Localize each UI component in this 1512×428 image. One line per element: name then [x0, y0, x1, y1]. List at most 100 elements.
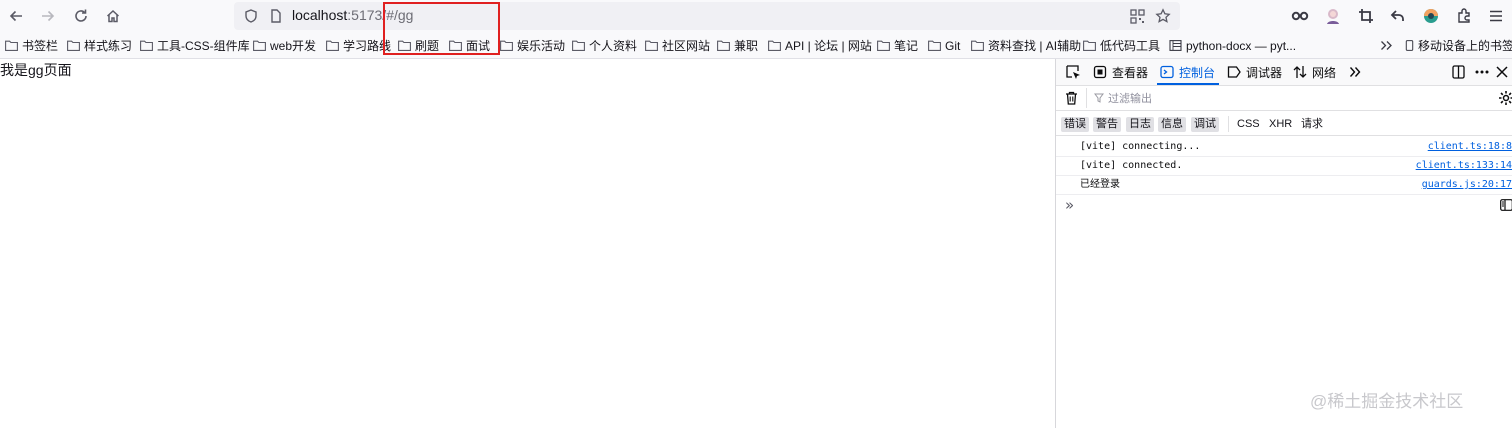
folder-icon — [971, 40, 984, 51]
url-highlight-box — [383, 2, 500, 55]
mobile-bookmarks[interactable]: 移动设备上的书签 — [1405, 37, 1512, 54]
devtools-panel: 查看器 控制台 调试器 网络 过滤输出 错误 警告 日志 信息 调试 CSS X… — [1055, 59, 1512, 428]
glasses-icon[interactable] — [1287, 3, 1313, 29]
bookmark-star-icon[interactable] — [1150, 3, 1176, 29]
filter-logs-button[interactable]: 日志 — [1126, 117, 1154, 132]
bookmark-folder[interactable]: 学习路线 — [326, 37, 391, 54]
bookmark-label: 资料查找 | AI辅助 — [988, 39, 1082, 53]
bookmark-folder[interactable]: 娱乐活动 — [500, 37, 565, 54]
console-input[interactable]: » — [1056, 196, 1512, 216]
bookmark-folder[interactable]: 兼职 — [717, 37, 758, 54]
tab-inspector[interactable]: 查看器 — [1093, 63, 1148, 81]
log-source-link[interactable]: guards.js:20:17 — [1422, 178, 1512, 191]
category-divider — [1228, 116, 1229, 132]
extensions-puzzle-icon[interactable] — [1451, 3, 1477, 29]
log-source-link[interactable]: client.ts:133:14 — [1416, 159, 1512, 172]
tab-network-label: 网络 — [1312, 65, 1337, 80]
filter-icon — [1094, 93, 1104, 103]
bookmark-label: 个人资料 — [589, 39, 638, 53]
folder-icon — [1083, 40, 1096, 51]
bookmark-folder[interactable]: 资料查找 | AI辅助 — [971, 37, 1081, 54]
folder-icon — [645, 40, 658, 51]
console-log-row: [vite] connected. client.ts:133:14 — [1056, 156, 1512, 176]
editor-mode-icon[interactable] — [1500, 199, 1512, 211]
tab-console[interactable]: 控制台 — [1160, 63, 1215, 81]
bookmark-folder[interactable]: web开发 — [253, 37, 316, 54]
filter-errors-button[interactable]: 错误 — [1061, 117, 1089, 132]
back-icon[interactable] — [3, 3, 29, 29]
close-icon[interactable] — [1489, 59, 1512, 85]
console-category-filters: 错误 警告 日志 信息 调试 CSS XHR 请求 — [1056, 111, 1512, 136]
home-icon[interactable] — [100, 3, 126, 29]
filter-xhr-button[interactable]: XHR — [1266, 117, 1295, 132]
tab-debugger-label: 调试器 — [1246, 65, 1283, 80]
filter-requests-button[interactable]: 请求 — [1298, 117, 1326, 132]
dock-side-icon[interactable] — [1445, 59, 1471, 85]
bookmark-folder[interactable]: 社区网站 — [645, 37, 710, 54]
filter-placeholder: 过滤输出 — [1108, 93, 1152, 105]
folder-icon — [67, 40, 80, 51]
tab-network[interactable]: 网络 — [1293, 63, 1336, 81]
console-log-row: 已经登录 guards.js:20:17 — [1056, 175, 1512, 195]
bookmark-folder[interactable]: 笔记 — [877, 37, 918, 54]
bookmark-label: API | 论坛 | 网站 — [785, 39, 872, 53]
shield-icon[interactable] — [238, 3, 264, 29]
console-log-row: [vite] connecting... client.ts:18:8 — [1056, 137, 1512, 157]
bookmark-folder[interactable]: 低代码工具 — [1083, 37, 1160, 54]
folder-icon — [253, 40, 266, 51]
bookmarks-toolbar: 书签栏 样式练习 工具-CSS-组件库 web开发 学习路线 刷题 面试 娱乐活… — [0, 33, 1512, 59]
filter-debug-button[interactable]: 调试 — [1191, 117, 1219, 132]
filter-info-button[interactable]: 信息 — [1158, 117, 1186, 132]
bookmark-label: 样式练习 — [84, 39, 133, 53]
active-tab-indicator — [1157, 83, 1219, 85]
page-info-icon[interactable] — [263, 3, 289, 29]
qr-code-icon[interactable] — [1124, 3, 1150, 29]
bookmark-folder[interactable]: 工具-CSS-组件库 — [140, 37, 250, 54]
undo-icon[interactable] — [1385, 3, 1411, 29]
bookmark-label: Git — [945, 38, 961, 53]
bookmark-label: 工具-CSS-组件库 — [157, 39, 250, 53]
tab-inspector-label: 查看器 — [1112, 65, 1149, 80]
extension-colorful-icon[interactable] — [1418, 3, 1444, 29]
more-tabs-chevron-icon[interactable] — [1342, 59, 1368, 85]
page-content-text: 我是gg页面 — [0, 62, 72, 78]
bookmark-label: 兼职 — [734, 39, 759, 53]
bookmark-label: 社区网站 — [662, 39, 711, 53]
folder-icon — [928, 40, 941, 51]
bookmark-label: 娱乐活动 — [517, 39, 566, 53]
bookmark-folder[interactable]: 书签栏 — [5, 37, 58, 54]
log-message: [vite] connecting... — [1080, 141, 1201, 152]
bookmark-folder[interactable]: 样式练习 — [67, 37, 132, 54]
settings-gear-icon[interactable] — [1493, 85, 1512, 111]
bookmark-link[interactable]: python-docx — pyt... — [1169, 37, 1296, 54]
folder-icon — [717, 40, 730, 51]
filter-output-input[interactable]: 过滤输出 — [1094, 90, 1394, 106]
tab-debugger[interactable]: 调试器 — [1227, 63, 1282, 81]
bookmark-label: 书签栏 — [22, 39, 59, 53]
bookmark-folder[interactable]: API | 论坛 | 网站 — [768, 37, 872, 54]
console-icon — [1160, 65, 1174, 79]
trash-icon[interactable] — [1058, 85, 1084, 111]
menu-icon[interactable] — [1483, 3, 1509, 29]
bookmark-folder[interactable]: 个人资料 — [572, 37, 637, 54]
element-picker-icon[interactable] — [1060, 59, 1086, 85]
folder-icon — [768, 40, 781, 51]
log-source-link[interactable]: client.ts:18:8 — [1428, 140, 1512, 153]
crop-icon[interactable] — [1353, 3, 1379, 29]
folder-icon — [140, 40, 153, 51]
mobile-icon — [1405, 40, 1414, 51]
forward-icon[interactable] — [35, 3, 61, 29]
bookmark-folder[interactable]: Git — [928, 37, 960, 54]
network-icon — [1293, 66, 1307, 78]
watermark: @稀土掘金技术社区 — [1310, 392, 1464, 411]
prompt-chevron: » — [1065, 196, 1075, 214]
filter-warnings-button[interactable]: 警告 — [1093, 117, 1121, 132]
tab-console-label: 控制台 — [1179, 65, 1216, 80]
avatar-icon[interactable] — [1320, 3, 1346, 29]
reload-icon[interactable] — [68, 3, 94, 29]
browser-toolbar: localhost:5173/#/gg — [0, 0, 1512, 33]
bookmark-label: python-docx — pyt... — [1186, 38, 1297, 53]
more-bookmarks-chevron-icon[interactable] — [1380, 37, 1393, 54]
filter-css-button[interactable]: CSS — [1234, 117, 1263, 132]
url-host: localhost — [292, 7, 348, 23]
